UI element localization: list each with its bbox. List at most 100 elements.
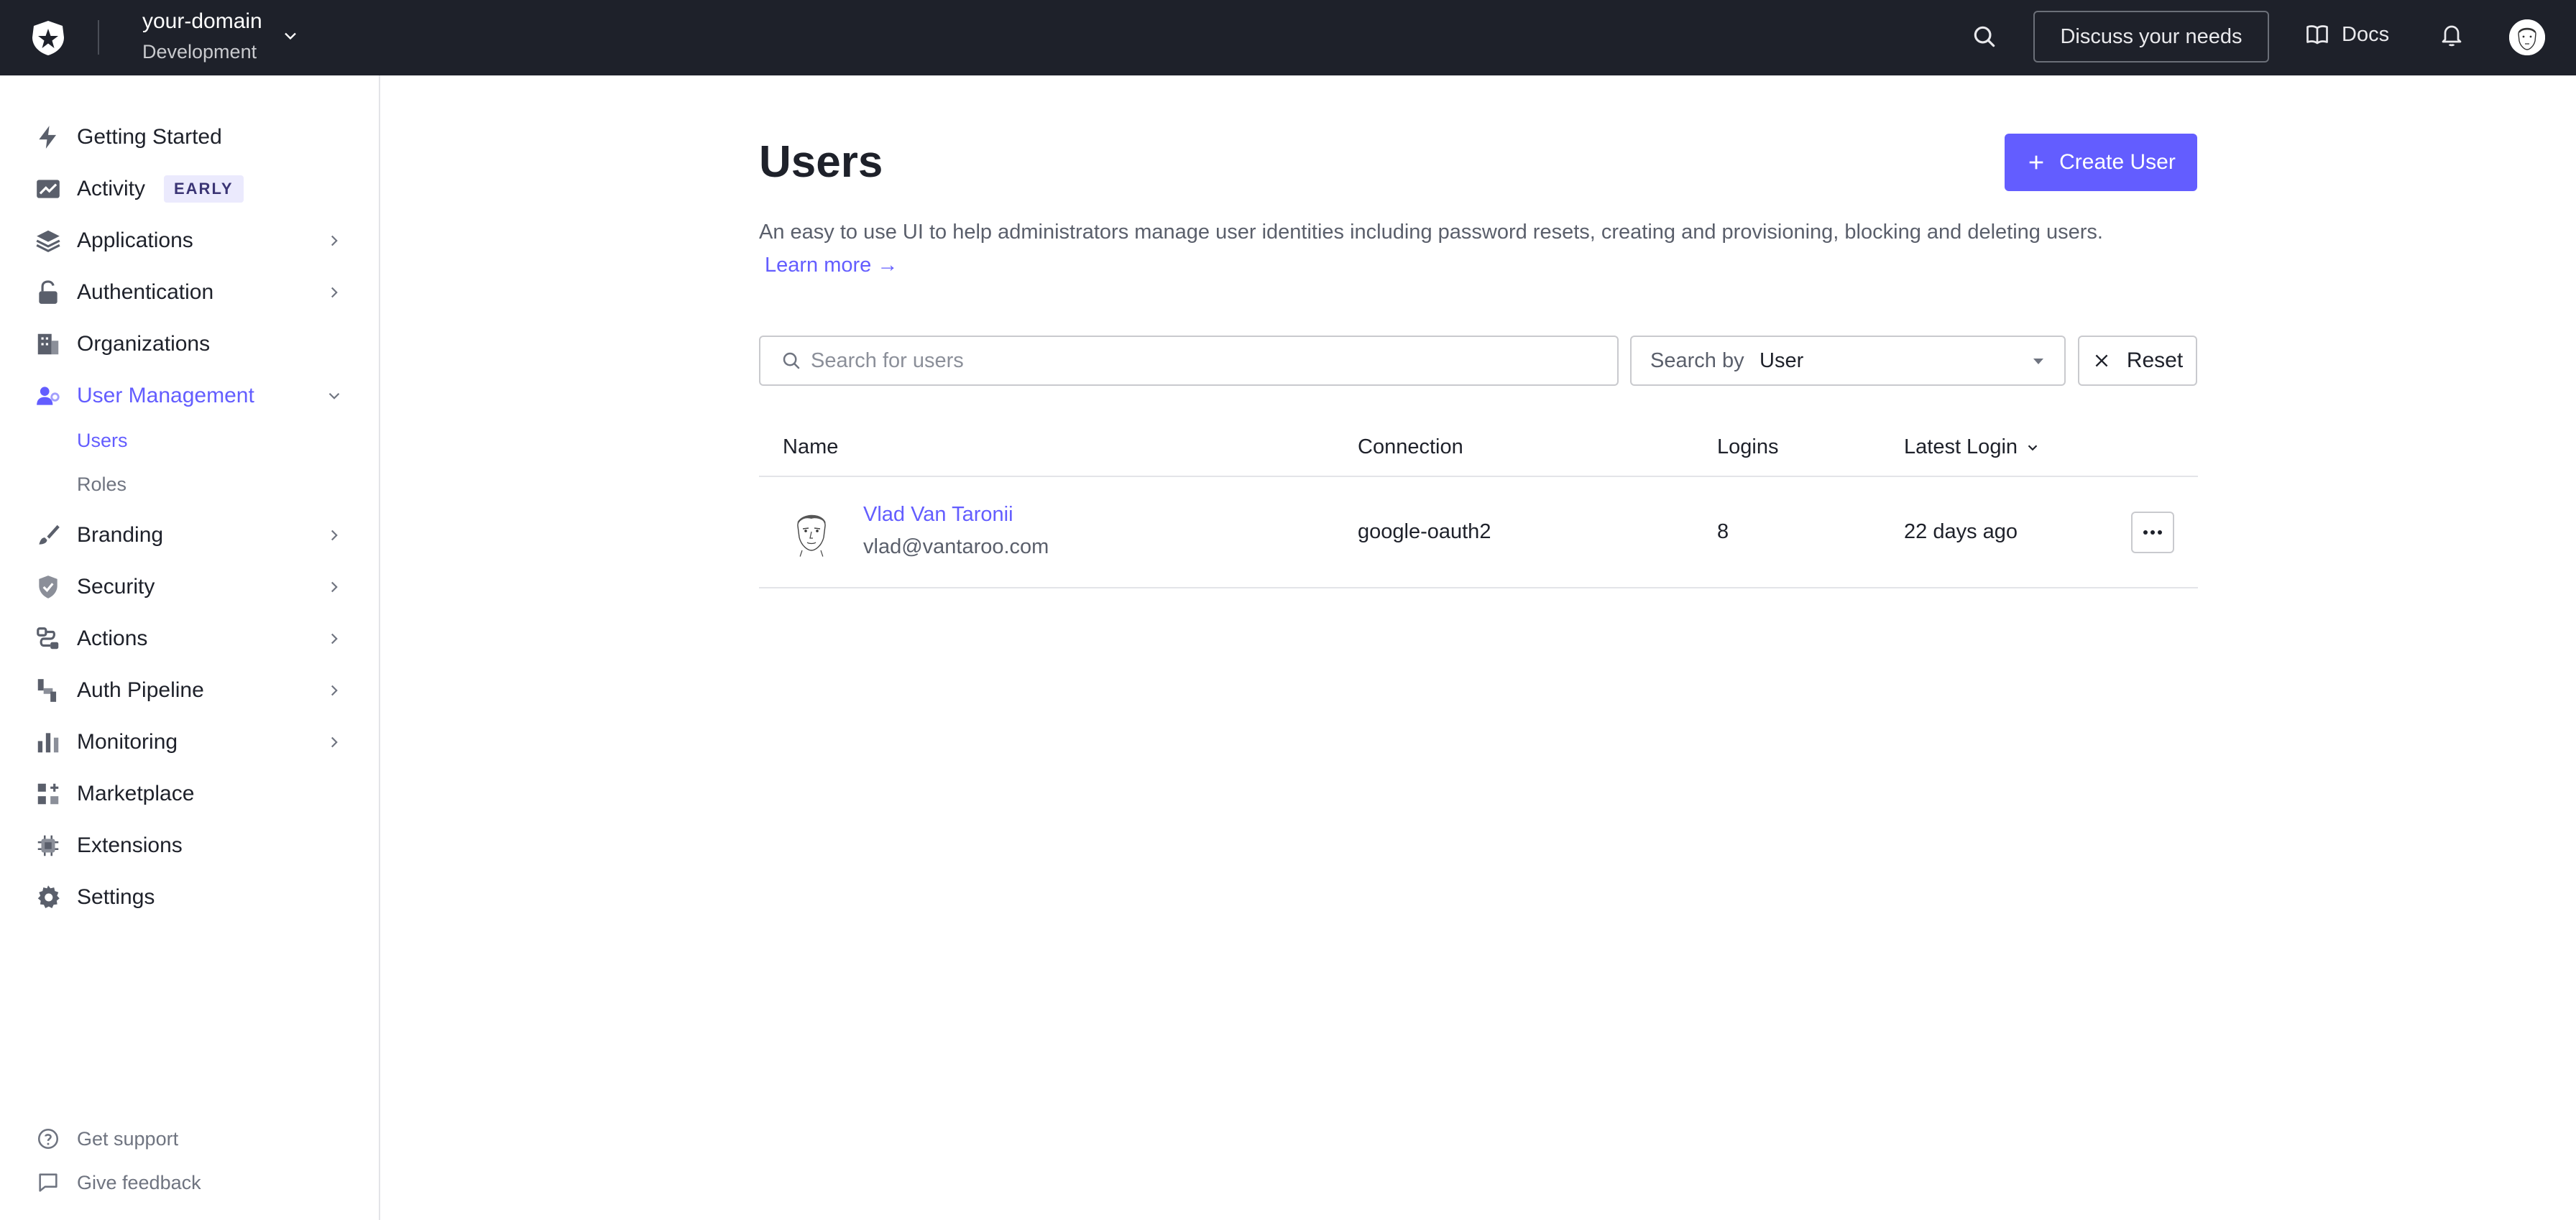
- trend-icon: [37, 180, 60, 198]
- sidebar-item-getting-started[interactable]: Getting Started: [0, 116, 380, 159]
- search-field[interactable]: [759, 336, 1619, 386]
- give-feedback-link[interactable]: Give feedback: [0, 1165, 380, 1201]
- user-face-icon: [2509, 19, 2545, 55]
- top-divider: [98, 20, 99, 55]
- flow-icon: [37, 627, 59, 650]
- lock-icon: [39, 280, 58, 304]
- book-icon: [2306, 25, 2328, 45]
- users-icon: [37, 387, 60, 405]
- tenant-name: your-domain: [142, 9, 262, 33]
- more-horizontal-icon: [2143, 530, 2162, 535]
- discuss-your-needs-button[interactable]: Discuss your needs: [2033, 11, 2269, 63]
- latest-login-label: Latest Login: [1904, 435, 2018, 458]
- chevron-right-icon: [331, 287, 338, 298]
- layers-icon: [36, 230, 60, 253]
- get-support-label: Get support: [77, 1127, 179, 1150]
- create-user-button[interactable]: Create User: [2005, 134, 2197, 191]
- sidebar-item-settings[interactable]: Settings: [0, 876, 380, 919]
- gear-icon: [37, 885, 60, 909]
- chevron-right-icon: [331, 581, 338, 593]
- table-header-divider: [759, 476, 2198, 477]
- sidebar-item-label: Branding: [77, 523, 164, 547]
- help-icon: [37, 1128, 59, 1150]
- caret-down-icon: [2033, 359, 2043, 364]
- sidebar-item-extensions[interactable]: Extensions: [0, 824, 380, 867]
- sidebar-item-organizations[interactable]: Organizations: [0, 323, 380, 366]
- sidebar-item-label: Security: [77, 575, 155, 599]
- sidebar-item-label: Organizations: [77, 332, 211, 356]
- bell-icon[interactable]: [2439, 22, 2465, 48]
- column-header-connection: Connection: [1358, 435, 1463, 458]
- get-support-link[interactable]: Get support: [0, 1121, 380, 1157]
- user-email: vlad@vantaroo.com: [863, 535, 1049, 558]
- sidebar-subitem-roles[interactable]: Roles: [77, 473, 126, 496]
- sidebar-item-security[interactable]: Security: [0, 565, 380, 609]
- sidebar-item-monitoring[interactable]: Monitoring: [0, 721, 380, 764]
- plus-icon: [2029, 155, 2043, 170]
- column-header-latest-login[interactable]: Latest Login: [1904, 435, 2041, 459]
- sidebar-item-activity[interactable]: Activity EARLY: [0, 167, 380, 211]
- sidebar-item-marketplace[interactable]: Marketplace: [0, 772, 380, 815]
- search-icon[interactable]: [1971, 23, 1998, 50]
- sidebar-item-applications[interactable]: Applications: [0, 219, 380, 262]
- chevron-down-icon: [328, 392, 340, 399]
- column-header-name: Name: [783, 435, 839, 458]
- shield-icon: [39, 576, 58, 599]
- sidebar-item-actions[interactable]: Actions: [0, 617, 380, 660]
- sidebar-item-label: Getting Started: [77, 125, 222, 149]
- user-avatar[interactable]: [783, 503, 840, 559]
- column-header-logins: Logins: [1717, 435, 1779, 458]
- chevron-right-icon: [331, 530, 338, 541]
- tenant-switcher[interactable]: your-domain Development: [142, 9, 262, 65]
- search-by-select[interactable]: Search by User: [1630, 336, 2066, 386]
- description-text: An easy to use UI to help administrators…: [759, 221, 2103, 244]
- sidebar: Getting Started Activity EARLY Applicati…: [0, 75, 380, 1220]
- reset-label: Reset: [2126, 348, 2184, 372]
- chip-icon: [37, 835, 59, 856]
- chat-icon: [39, 1173, 58, 1192]
- sidebar-item-label: Applications: [77, 228, 193, 252]
- brush-icon: [39, 524, 60, 545]
- sidebar-item-label: Marketplace: [77, 782, 195, 805]
- search-by-value: User: [1760, 348, 1804, 372]
- user-face-icon: [783, 503, 840, 559]
- sidebar-item-authentication[interactable]: Authentication: [0, 271, 380, 314]
- docs-label: Docs: [2342, 22, 2390, 46]
- docs-link[interactable]: Docs: [2304, 22, 2389, 47]
- pipeline-icon: [37, 679, 57, 702]
- user-logins: 8: [1717, 520, 1729, 543]
- page-title: Users: [759, 137, 883, 187]
- avatar[interactable]: [2509, 19, 2545, 55]
- row-actions-button[interactable]: [2131, 512, 2174, 553]
- bar-chart-icon: [37, 733, 59, 753]
- chevron-right-icon: [331, 235, 338, 246]
- sidebar-item-auth-pipeline[interactable]: Auth Pipeline: [0, 669, 380, 712]
- sidebar-item-branding[interactable]: Branding: [0, 514, 380, 557]
- sidebar-item-label: Settings: [77, 885, 155, 909]
- sidebar-item-label: Auth Pipeline: [77, 678, 204, 702]
- user-name-link[interactable]: Vlad Van Taronii: [863, 503, 1013, 527]
- chevron-down-icon: [2028, 444, 2038, 450]
- reset-button[interactable]: Reset: [2078, 336, 2197, 386]
- chevron-right-icon: [331, 736, 338, 748]
- sidebar-subitem-users[interactable]: Users: [77, 430, 128, 452]
- grid-plus-icon: [37, 783, 59, 805]
- top-bar: your-domain Development Discuss your nee…: [0, 0, 2576, 75]
- user-connection: google-oauth2: [1358, 520, 1491, 543]
- chevron-down-icon[interactable]: [280, 26, 300, 46]
- search-icon: [783, 352, 800, 369]
- search-input[interactable]: [811, 339, 1601, 382]
- create-user-label: Create User: [2059, 150, 2176, 174]
- close-icon: [2095, 354, 2108, 367]
- logo-icon[interactable]: [29, 19, 68, 57]
- chevron-right-icon: [331, 685, 338, 696]
- tenant-environment: Development: [142, 41, 257, 63]
- bolt-icon: [39, 126, 57, 149]
- page-description: An easy to use UI to help administrators…: [759, 216, 2204, 282]
- sidebar-item-user-management[interactable]: User Management: [0, 374, 380, 417]
- learn-more-link[interactable]: Learn more →: [765, 254, 898, 277]
- sidebar-item-label: Extensions: [77, 833, 183, 857]
- sidebar-item-label: Authentication: [77, 280, 214, 304]
- search-by-prefix: Search by: [1650, 348, 1744, 372]
- building-icon: [37, 333, 59, 355]
